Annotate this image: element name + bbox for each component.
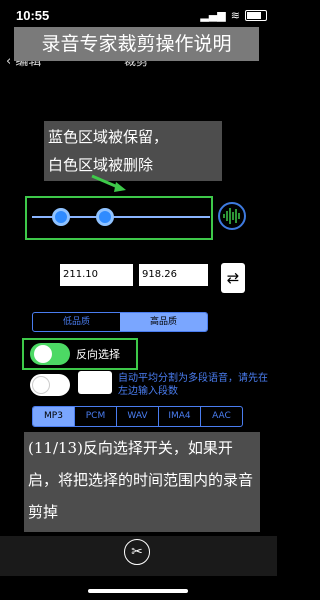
format-selector: MP3 PCM WAV IMA4 AAC — [32, 406, 243, 427]
swap-icon[interactable]: ⇄ — [221, 263, 245, 293]
home-indicator — [88, 589, 188, 593]
format-wav[interactable]: WAV — [117, 407, 159, 426]
hint-line-2: 白色区域被删除 — [48, 156, 154, 174]
tutorial-hint-banner: 蓝色区域被保留， 白色区域被删除 — [44, 121, 222, 181]
chevron-left-icon: ‹ — [6, 54, 12, 69]
format-aac[interactable]: AAC — [201, 407, 242, 426]
toggle-knob — [34, 345, 52, 363]
start-time-field[interactable]: 211.10 — [60, 264, 133, 286]
split-hint: 自动平均分割为多段语音，请先在左边输入段数 — [118, 373, 268, 397]
split-toggle[interactable] — [30, 374, 70, 396]
hint-line-1: 蓝色区域被保留， — [48, 128, 169, 146]
scissors-icon[interactable]: ✂ — [124, 539, 150, 565]
end-time-field[interactable]: 918.26 — [139, 264, 208, 286]
format-mp3[interactable]: MP3 — [33, 407, 75, 426]
waveform-highlight — [25, 196, 213, 240]
waveform-icon[interactable] — [218, 202, 246, 230]
signal-icon: ▂▄▆ — [200, 9, 226, 22]
quality-high[interactable]: 高品质 — [120, 313, 207, 331]
toggle-knob — [32, 376, 50, 394]
hint-arrow — [91, 174, 126, 192]
status-time: 10:55 — [16, 8, 50, 23]
format-ima4[interactable]: IMA4 — [159, 407, 201, 426]
status-icons: ▂▄▆ ≋ — [200, 9, 267, 22]
split-count-field[interactable] — [78, 371, 112, 394]
quality-selector: 低品质 高品质 — [32, 312, 208, 332]
reverse-toggle[interactable] — [30, 343, 70, 365]
quality-low[interactable]: 低品质 — [33, 313, 120, 331]
tutorial-step-banner: (11/13)反向选择开关，如果开启，将把选择的时间范围内的录音剪掉 — [24, 432, 260, 532]
wifi-icon: ≋ — [230, 9, 240, 22]
battery-icon — [245, 10, 267, 21]
reverse-label: 反向选择 — [76, 348, 120, 361]
format-pcm[interactable]: PCM — [75, 407, 117, 426]
tutorial-title-banner: 录音专家裁剪操作说明 — [14, 27, 259, 61]
